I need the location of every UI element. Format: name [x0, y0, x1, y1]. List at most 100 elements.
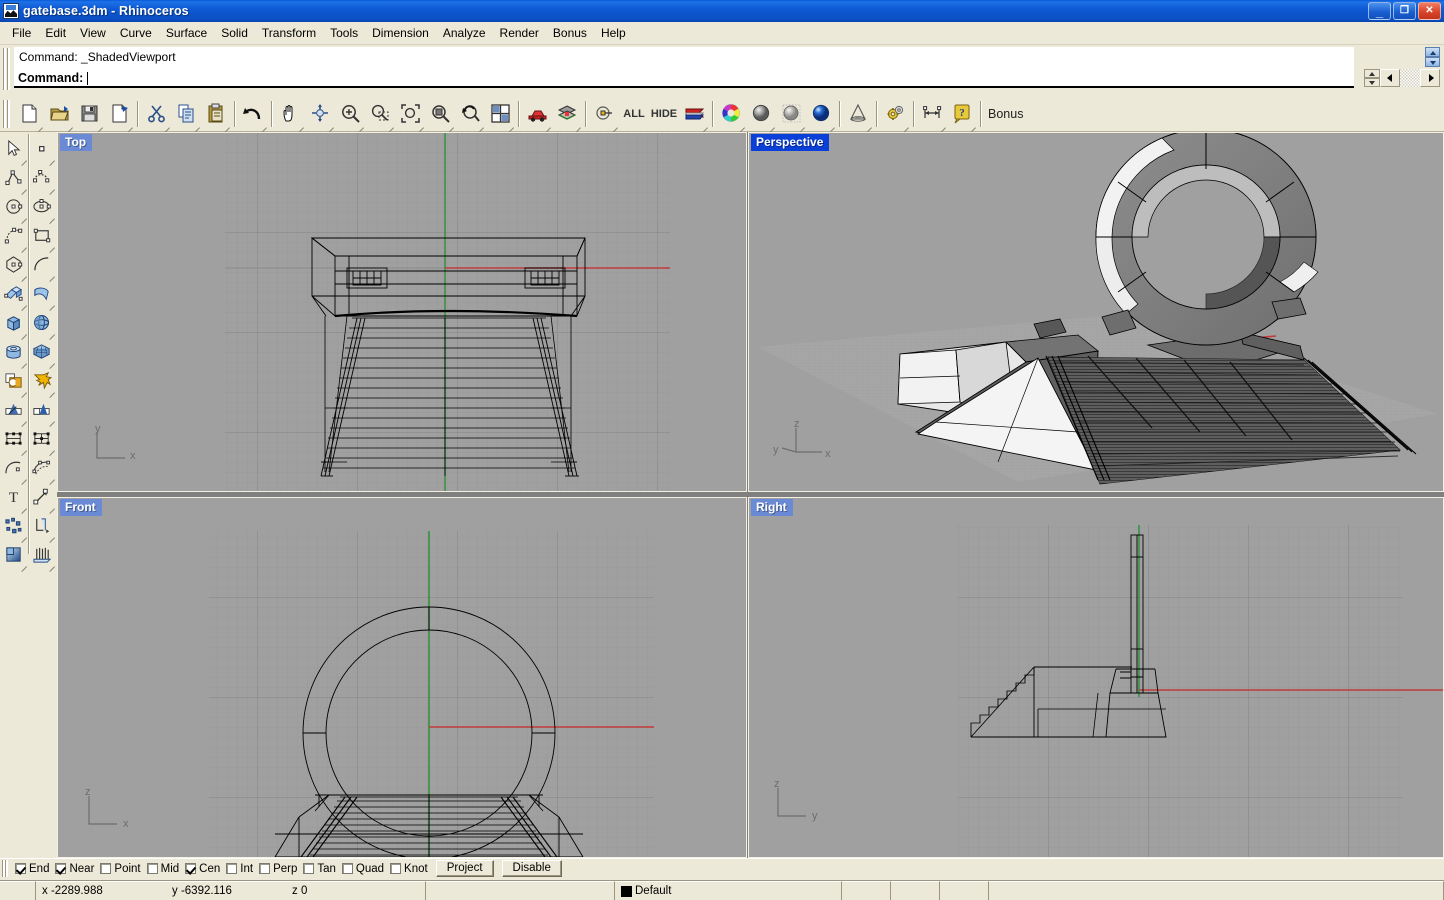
zoom-previous-icon[interactable] — [455, 99, 485, 129]
viewport-perspective[interactable]: z x y Perspective — [748, 132, 1444, 492]
rotate-object-icon[interactable] — [28, 511, 56, 540]
osnap-item-perp[interactable]: Perp — [259, 863, 297, 875]
cut-icon[interactable] — [141, 99, 171, 129]
osnap-item-cen[interactable]: Cen — [185, 863, 220, 875]
zoom-extents-icon[interactable] — [395, 99, 425, 129]
restore-button[interactable]: ❐ — [1393, 2, 1416, 20]
rotate-view-icon[interactable] — [305, 99, 335, 129]
gears-icon[interactable] — [880, 99, 910, 129]
save-file-icon[interactable] — [74, 99, 104, 129]
command-scroll-up-icon[interactable] — [1425, 47, 1440, 57]
rectangle-icon[interactable] — [28, 221, 56, 250]
osnap-item-mid[interactable]: Mid — [146, 863, 179, 875]
help-icon[interactable]: ? — [947, 99, 977, 129]
undo-icon[interactable] — [238, 99, 268, 129]
menu-item-render[interactable]: Render — [493, 24, 546, 42]
osnap-item-tan[interactable]: Tan — [303, 863, 336, 875]
osnap-checkbox-int[interactable] — [226, 863, 238, 874]
zoom-in-icon[interactable] — [335, 99, 365, 129]
polyline-icon[interactable] — [0, 163, 28, 192]
menu-item-surface[interactable]: Surface — [159, 24, 214, 42]
split-icon[interactable] — [28, 395, 56, 424]
spinner-up-icon[interactable] — [1364, 69, 1380, 78]
osnap-checkbox-end[interactable] — [15, 863, 26, 874]
box-solid-icon[interactable] — [0, 308, 28, 337]
menu-item-solid[interactable]: Solid — [214, 24, 255, 42]
command-spinner[interactable] — [1364, 69, 1380, 87]
four-viewport-icon[interactable] — [485, 99, 515, 129]
osnap-checkbox-perp[interactable] — [259, 863, 271, 874]
pan-hand-icon[interactable] — [275, 99, 305, 129]
flag-icon[interactable] — [679, 99, 709, 129]
edit-points-icon[interactable] — [28, 424, 56, 453]
osnap-checkbox-mid[interactable] — [146, 863, 158, 874]
viewport-label-front[interactable]: Front — [60, 499, 102, 516]
print-icon[interactable] — [104, 99, 134, 129]
menu-item-view[interactable]: View — [73, 24, 113, 42]
zoom-selected-icon[interactable] — [425, 99, 455, 129]
dimension-icon[interactable] — [917, 99, 947, 129]
render-sphere-icon[interactable] — [806, 99, 836, 129]
viewport-top[interactable]: y x Top — [57, 132, 747, 492]
open-file-icon[interactable] — [44, 99, 74, 129]
extrude-surface-icon[interactable] — [0, 279, 28, 308]
osnap-item-quad[interactable]: Quad — [341, 863, 384, 875]
zoom-window-icon[interactable] — [365, 99, 395, 129]
menu-item-help[interactable]: Help — [594, 24, 633, 42]
layers-icon[interactable] — [552, 99, 582, 129]
cylinder-solid-icon[interactable] — [0, 337, 28, 366]
select-all-text[interactable]: ALL — [619, 99, 649, 129]
command-input-row[interactable]: Command: — [14, 67, 1354, 88]
curve-icon[interactable] — [28, 163, 56, 192]
command-scroll-down-icon[interactable] — [1425, 57, 1440, 67]
shaded-sphere-icon[interactable] — [746, 99, 776, 129]
viewport-right[interactable]: z y Right — [748, 497, 1444, 858]
menu-item-file[interactable]: File — [5, 24, 38, 42]
bonus-text[interactable]: Bonus — [984, 99, 1027, 129]
viewport-front[interactable]: z x Front — [57, 497, 747, 858]
array-icon[interactable] — [28, 540, 56, 569]
command-scroll-buttons[interactable] — [1425, 47, 1440, 67]
menu-item-dimension[interactable]: Dimension — [365, 24, 436, 42]
minimize-button[interactable]: _ — [1368, 2, 1391, 20]
osnap-checkbox-tan[interactable] — [303, 863, 315, 874]
cone-light-icon[interactable] — [843, 99, 873, 129]
menu-item-analyze[interactable]: Analyze — [436, 24, 493, 42]
mesh-icon[interactable] — [28, 337, 56, 366]
menu-item-bonus[interactable]: Bonus — [546, 24, 594, 42]
fillet-icon[interactable] — [28, 250, 56, 279]
ghosted-sphere-icon[interactable] — [776, 99, 806, 129]
menu-item-tools[interactable]: Tools — [323, 24, 365, 42]
trim-icon[interactable] — [0, 395, 28, 424]
move-icon[interactable] — [28, 482, 56, 511]
osnap-checkbox-near[interactable] — [55, 863, 67, 874]
new-file-icon[interactable] — [14, 99, 44, 129]
osnap-checkbox-point[interactable] — [100, 863, 112, 874]
command-drag-grip[interactable] — [2, 48, 11, 90]
status-layer[interactable]: Default — [615, 881, 842, 900]
vehicle-icon[interactable] — [522, 99, 552, 129]
gradient-icon[interactable] — [0, 540, 28, 569]
spinner-down-icon[interactable] — [1364, 78, 1380, 87]
viewport-label-top[interactable]: Top — [60, 134, 93, 151]
menu-item-edit[interactable]: Edit — [38, 24, 73, 42]
osnap-drag-grip[interactable] — [1, 860, 9, 877]
point-object-icon[interactable] — [28, 134, 56, 163]
polygon-icon[interactable] — [0, 250, 28, 279]
point-on-icon[interactable] — [589, 99, 619, 129]
menu-item-transform[interactable]: Transform — [255, 24, 323, 42]
text-tool-icon[interactable]: T — [0, 482, 28, 511]
color-wheel-icon[interactable] — [716, 99, 746, 129]
viewport-label-right[interactable]: Right — [751, 499, 793, 516]
osnap-item-knot[interactable]: Knot — [390, 863, 428, 875]
rebuild-curve-icon[interactable] — [28, 453, 56, 482]
disable-button[interactable]: Disable — [501, 860, 562, 877]
ellipse-icon[interactable] — [28, 192, 56, 221]
project-button[interactable]: Project — [435, 860, 494, 877]
toolbar-drag-grip[interactable] — [2, 99, 11, 128]
arc-icon[interactable] — [0, 221, 28, 250]
osnap-checkbox-quad[interactable] — [341, 863, 353, 874]
paste-icon[interactable] — [201, 99, 231, 129]
command-next-button[interactable] — [1420, 69, 1440, 87]
select-arrow-icon[interactable] — [0, 134, 28, 163]
